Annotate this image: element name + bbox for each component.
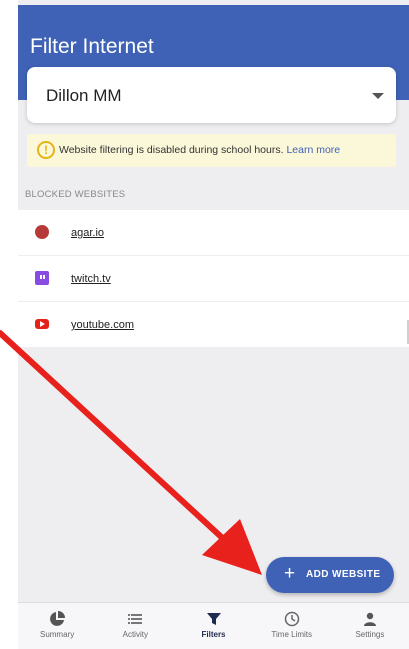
blocked-websites-heading: BLOCKED WEBSITES — [25, 189, 126, 200]
app-screen: Filter Internet Dillon MM ! Website filt… — [18, 0, 409, 649]
pie-chart-icon — [50, 611, 66, 626]
nav-label: Activity — [122, 630, 148, 639]
school-hours-notice: ! Website filtering is disabled during s… — [27, 134, 396, 167]
blocked-websites-list: agar.io twitch.tv youtube.com — [18, 210, 409, 347]
clock-icon — [284, 611, 299, 627]
bottom-navigation: Summary Activity Filters Time Limits Set… — [18, 602, 409, 649]
list-icon — [128, 614, 143, 624]
list-item[interactable]: youtube.com — [18, 302, 409, 347]
red-dot-icon — [35, 225, 49, 239]
website-label[interactable]: twitch.tv — [71, 273, 111, 285]
plus-icon: + — [284, 563, 296, 584]
nav-item-activity[interactable]: Activity — [96, 603, 174, 649]
header: Filter Internet Dillon MM — [18, 5, 409, 123]
nav-label: Settings — [355, 630, 385, 639]
warning-icon: ! — [37, 141, 55, 159]
nav-label: Filters — [201, 630, 226, 639]
nav-label: Summary — [39, 630, 75, 639]
profile-select[interactable]: Dillon MM — [27, 67, 396, 123]
nav-label: Time Limits — [271, 630, 312, 639]
list-item[interactable]: twitch.tv — [18, 256, 409, 302]
youtube-icon — [35, 319, 49, 329]
website-label[interactable]: youtube.com — [71, 319, 134, 331]
notice-text: Website filtering is disabled during sch… — [59, 144, 340, 156]
website-label[interactable]: agar.io — [71, 227, 104, 239]
add-website-button[interactable]: + ADD WEBSITE — [266, 557, 394, 593]
filter-icon — [206, 613, 221, 625]
profile-select-value: Dillon MM — [46, 86, 122, 105]
caret-down-icon — [372, 93, 384, 99]
nav-item-filters[interactable]: Filters — [174, 603, 252, 649]
nav-item-settings[interactable]: Settings — [331, 603, 409, 649]
nav-item-summary[interactable]: Summary — [18, 603, 96, 649]
add-website-label: ADD WEBSITE — [306, 569, 381, 580]
learn-more-link[interactable]: Learn more — [286, 144, 340, 156]
nav-item-time-limits[interactable]: Time Limits — [253, 603, 331, 649]
page-title: Filter Internet — [30, 35, 154, 58]
twitch-icon — [35, 271, 49, 285]
list-item[interactable]: agar.io — [18, 210, 409, 256]
person-icon — [363, 612, 376, 626]
notice-message: Website filtering is disabled during sch… — [59, 144, 284, 156]
